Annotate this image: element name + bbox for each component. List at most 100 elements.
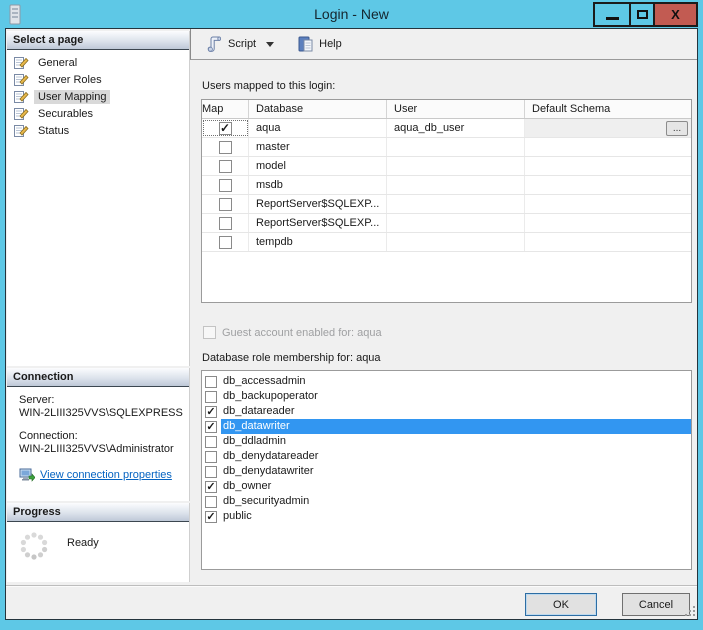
table-row-aqua[interactable]: aqua aqua_db_user ... [202, 119, 691, 138]
role-label: db_denydatareader [221, 449, 691, 464]
role-checkbox[interactable] [205, 496, 217, 508]
minimize-button[interactable] [593, 2, 631, 27]
role-item-public[interactable]: public [202, 509, 691, 524]
table-row-reportserver1[interactable]: ReportServer$SQLEXP... [202, 195, 691, 214]
sidebar-item-label: Server Roles [34, 73, 106, 87]
column-header-default-schema[interactable]: Default Schema [525, 100, 691, 118]
role-item-db-securityadmin[interactable]: db_securityadmin [202, 494, 691, 509]
table-header-row: Map Database User Default Schema [202, 100, 691, 119]
guest-account-checkbox [203, 326, 216, 339]
ok-button[interactable]: OK [525, 593, 597, 616]
sidebar-item-user-mapping[interactable]: User Mapping [7, 88, 189, 105]
role-label: db_owner [221, 479, 691, 494]
role-item-db-owner[interactable]: db_owner [202, 479, 691, 494]
role-item-db-datawriter[interactable]: db_datawriter [202, 419, 691, 434]
database-cell[interactable]: ReportServer$SQLEXP... [249, 195, 387, 213]
role-checkbox[interactable] [205, 481, 217, 493]
script-button[interactable]: Script [201, 33, 279, 56]
table-row-reportserver2[interactable]: ReportServer$SQLEXP... [202, 214, 691, 233]
sidebar-item-server-roles[interactable]: Server Roles [7, 71, 189, 88]
default-schema-cell[interactable] [525, 233, 691, 251]
role-checkbox[interactable] [205, 421, 217, 433]
select-page-header: Select a page [7, 31, 189, 50]
page-icon [14, 90, 29, 103]
user-cell[interactable] [387, 176, 525, 194]
user-cell[interactable] [387, 138, 525, 156]
help-label: Help [319, 38, 342, 50]
database-cell[interactable]: aqua [249, 119, 387, 137]
sidebar-item-label: General [34, 56, 81, 70]
user-cell[interactable] [387, 214, 525, 232]
page-icon [14, 124, 29, 137]
connection-properties-icon [19, 468, 35, 482]
map-checkbox[interactable] [219, 217, 232, 230]
role-label: db_securityadmin [221, 494, 691, 509]
role-checkbox[interactable] [205, 436, 217, 448]
minimize-icon [606, 17, 619, 20]
role-checkbox[interactable] [205, 376, 217, 388]
role-label: db_accessadmin [221, 374, 691, 389]
role-membership-list: db_accessadmin db_backupoperator db_data… [201, 370, 692, 570]
user-cell[interactable] [387, 157, 525, 175]
default-schema-cell[interactable] [525, 195, 691, 213]
role-item-db-denydatareader[interactable]: db_denydatareader [202, 449, 691, 464]
table-row-msdb[interactable]: msdb [202, 176, 691, 195]
map-checkbox[interactable] [219, 179, 232, 192]
column-header-map[interactable]: Map [202, 100, 249, 118]
maximize-icon [637, 10, 648, 19]
role-checkbox[interactable] [205, 511, 217, 523]
role-checkbox[interactable] [205, 406, 217, 418]
browse-default-schema-button[interactable]: ... [666, 121, 688, 136]
sidebar-item-general[interactable]: General [7, 54, 189, 71]
titlebar[interactable]: Login - New X [0, 0, 703, 28]
role-item-db-denydatawriter[interactable]: db_denydatawriter [202, 464, 691, 479]
database-cell[interactable]: master [249, 138, 387, 156]
progress-panel: Progress Ready [7, 503, 190, 582]
resize-grip[interactable] [683, 604, 695, 616]
role-item-db-backupoperator[interactable]: db_backupoperator [202, 389, 691, 404]
sidebar-item-status[interactable]: Status [7, 122, 189, 139]
role-label: db_datareader [221, 404, 691, 419]
server-value: WIN-2LIII325VVS\SQLEXPRESS [19, 407, 189, 420]
table-row-tempdb[interactable]: tempdb [202, 233, 691, 252]
role-checkbox[interactable] [205, 391, 217, 403]
default-schema-cell[interactable]: ... [525, 119, 691, 137]
database-cell[interactable]: msdb [249, 176, 387, 194]
map-checkbox[interactable] [219, 236, 232, 249]
help-button[interactable]: Help [293, 33, 347, 56]
cancel-button[interactable]: Cancel [622, 593, 690, 616]
database-cell[interactable]: tempdb [249, 233, 387, 251]
users-mapped-label: Users mapped to this login: [202, 80, 335, 92]
role-label: db_datawriter [221, 419, 691, 434]
database-cell[interactable]: model [249, 157, 387, 175]
map-checkbox[interactable] [219, 198, 232, 211]
default-schema-cell[interactable] [525, 157, 691, 175]
role-item-db-datareader[interactable]: db_datareader [202, 404, 691, 419]
map-checkbox[interactable] [219, 122, 232, 135]
column-header-database[interactable]: Database [249, 100, 387, 118]
user-cell[interactable] [387, 233, 525, 251]
role-label: db_ddladmin [221, 434, 691, 449]
chevron-down-icon [266, 42, 274, 47]
sidebar-item-securables[interactable]: Securables [7, 105, 189, 122]
role-item-db-ddladmin[interactable]: db_ddladmin [202, 434, 691, 449]
table-row-model[interactable]: model [202, 157, 691, 176]
role-checkbox[interactable] [205, 466, 217, 478]
view-connection-properties-link[interactable]: View connection properties [40, 469, 172, 482]
role-checkbox[interactable] [205, 451, 217, 463]
database-cell[interactable]: ReportServer$SQLEXP... [249, 214, 387, 232]
user-cell[interactable] [387, 195, 525, 213]
map-checkbox[interactable] [219, 160, 232, 173]
script-label: Script [228, 38, 256, 50]
default-schema-cell[interactable] [525, 138, 691, 156]
select-page-panel: Select a page General Server Roles User … [7, 31, 190, 366]
role-item-db-accessadmin[interactable]: db_accessadmin [202, 374, 691, 389]
default-schema-cell[interactable] [525, 176, 691, 194]
close-button[interactable]: X [653, 2, 698, 27]
user-cell[interactable]: aqua_db_user [387, 119, 525, 137]
column-header-user[interactable]: User [387, 100, 525, 118]
default-schema-cell[interactable] [525, 214, 691, 232]
map-checkbox[interactable] [219, 141, 232, 154]
maximize-button[interactable] [629, 2, 655, 27]
table-row-master[interactable]: master [202, 138, 691, 157]
